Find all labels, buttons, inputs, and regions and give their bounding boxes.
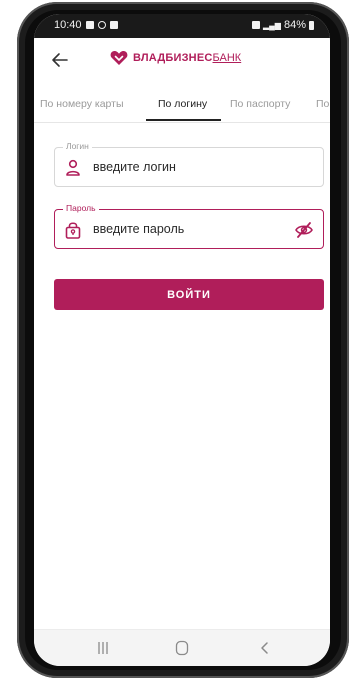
logo-bold-text: ВЛАДБИЗНЕС xyxy=(133,52,213,64)
battery-percent: 84% xyxy=(283,19,306,31)
battery-icon xyxy=(309,20,314,30)
logo-light-text: БАНК xyxy=(212,52,242,64)
app-screen: 10:40 ▂▄▆ 84% ВЛАДБИЗНЕС БАНК По номеру к… xyxy=(34,14,330,666)
message-icon xyxy=(109,21,118,29)
notification-icon xyxy=(85,21,94,29)
login-submit-button[interactable]: ВОЙТИ xyxy=(54,279,324,310)
back-arrow-icon[interactable] xyxy=(48,48,72,72)
status-bar: 10:40 ▂▄▆ 84% xyxy=(34,14,330,38)
signal-icon: ▂▄▆ xyxy=(262,20,281,30)
password-field-label: Пароль xyxy=(63,203,99,213)
tab-passport[interactable]: По паспорту xyxy=(230,98,290,110)
login-method-tabs: По номеру карты По логину По паспорту По… xyxy=(34,92,330,123)
tab-other[interactable]: По с xyxy=(316,98,330,110)
alarm-icon xyxy=(251,21,260,29)
heart-logo-icon xyxy=(110,51,128,65)
status-left: 10:40 xyxy=(54,19,118,31)
login-field-label: Логин xyxy=(63,141,92,151)
recents-icon[interactable] xyxy=(94,640,112,656)
lock-icon xyxy=(65,222,81,239)
login-field[interactable]: Логин введите логин xyxy=(54,141,324,187)
app-bar: ВЛАДБИЗНЕС БАНК xyxy=(34,38,330,82)
bank-logo: ВЛАДБИЗНЕС БАНК xyxy=(110,50,241,66)
user-icon xyxy=(66,159,80,176)
eye-off-icon[interactable] xyxy=(295,222,313,238)
tab-card-number[interactable]: По номеру карты xyxy=(40,98,124,110)
sync-icon xyxy=(97,21,106,29)
active-tab-indicator xyxy=(146,119,221,121)
password-input[interactable]: введите пароль xyxy=(93,222,184,236)
home-icon[interactable] xyxy=(173,640,191,656)
back-nav-icon[interactable] xyxy=(256,640,274,656)
login-input[interactable]: введите логин xyxy=(93,160,176,174)
password-field[interactable]: Пароль введите пароль xyxy=(54,203,324,249)
status-time: 10:40 xyxy=(54,19,82,31)
tab-login[interactable]: По логину xyxy=(158,98,207,110)
android-nav-bar xyxy=(34,629,330,666)
status-right: ▂▄▆ 84% xyxy=(251,19,314,31)
